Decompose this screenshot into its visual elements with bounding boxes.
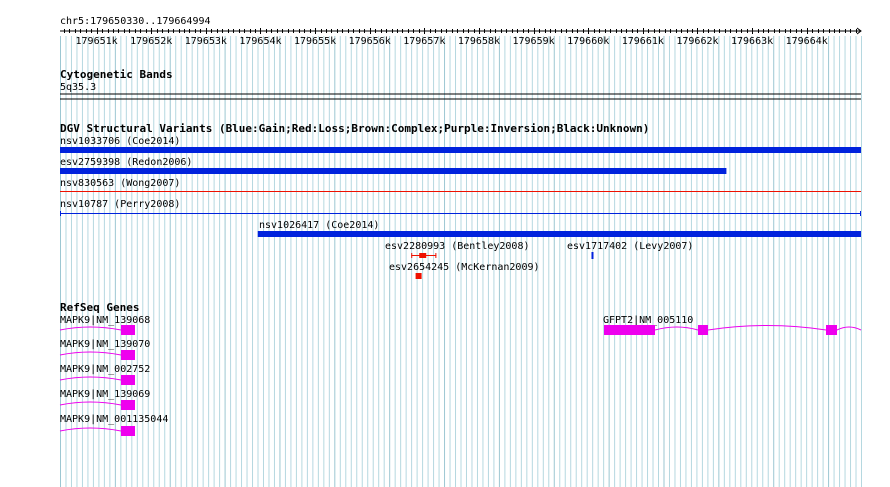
- ruler-tick-label: 179664k: [786, 36, 828, 47]
- variant-label: esv2654245 (McKernan2009): [389, 262, 540, 273]
- variant-bar: [60, 147, 861, 153]
- gene-intron: [59, 376, 122, 381]
- gene-exon: [826, 325, 837, 335]
- ruler-tick-label: 179657k: [403, 36, 445, 47]
- variant-bar: [60, 168, 727, 174]
- ruler-tick-label: 179654k: [239, 36, 281, 47]
- gene-exon: [121, 400, 135, 410]
- gene-exon: [121, 350, 135, 360]
- cytoband-label: 5q35.3: [60, 82, 96, 93]
- variant-label: esv1717402 (Levy2007): [567, 241, 693, 252]
- refseq-title: RefSeq Genes: [60, 301, 139, 314]
- variant-block: [415, 273, 422, 279]
- dgv-title: DGV Structural Variants (Blue:Gain;Red:L…: [60, 122, 649, 135]
- variant-label: nsv10787 (Perry2008): [60, 199, 180, 210]
- gene-label: MAPK9|NM_139068: [60, 315, 150, 326]
- ruler-tick-label: 179660k: [567, 36, 609, 47]
- gene-intron: [59, 401, 122, 406]
- ruler-tick-label: 179651k: [76, 36, 118, 47]
- gene-exon: [604, 325, 655, 335]
- gene-exon: [121, 325, 135, 335]
- ruler-tick-label: 179662k: [676, 36, 718, 47]
- gene-label: MAPK9|NM_139069: [60, 389, 150, 400]
- gene-exon: [698, 325, 708, 335]
- variant-block: [419, 253, 427, 258]
- gene-label: MAPK9|NM_002752: [60, 364, 150, 375]
- variant-label: nsv830563 (Wong2007): [60, 178, 180, 189]
- ruler-tick-label: 179659k: [513, 36, 555, 47]
- range-label: chr5:179650330..179664994: [60, 16, 211, 27]
- gene-intron: [707, 325, 827, 331]
- gene-intron: [836, 326, 862, 331]
- cytoband-title: Cytogenetic Bands: [60, 68, 173, 81]
- gene-intron: [59, 326, 122, 331]
- gene-exon: [121, 375, 135, 385]
- ruler-tick-label: 179655k: [294, 36, 336, 47]
- variant-bar: [591, 252, 594, 259]
- variant-label: nsv1026417 (Coe2014): [259, 220, 379, 231]
- ruler-tick-label: 179658k: [458, 36, 500, 47]
- gene-intron: [59, 427, 122, 432]
- ruler-track: chr5:179650330..179664994 179651k 179652k…: [60, 16, 862, 47]
- gene-label: GFPT2|NM_005110: [603, 315, 693, 326]
- variant-label: esv2759398 (Redon2006): [60, 157, 192, 168]
- gene-exon: [121, 426, 135, 436]
- ruler-tick-label: 179661k: [622, 36, 664, 47]
- ruler-tick-label: 179653k: [185, 36, 227, 47]
- variant-label: nsv1033706 (Coe2014): [60, 136, 180, 147]
- variant-bar: [257, 231, 861, 237]
- variant-label: esv2280993 (Bentley2008): [385, 241, 530, 252]
- ruler-tick-label: 179656k: [349, 36, 391, 47]
- gene-label: MAPK9|NM_001135044: [60, 414, 168, 425]
- gene-label: MAPK9|NM_139070: [60, 339, 150, 350]
- genome-browser-view: chr5:179650330..179664994 179651k 179652k…: [59, 16, 862, 487]
- ruler-tick-label: 179652k: [130, 36, 172, 47]
- ruler-tick-label: 179663k: [731, 36, 773, 47]
- gene-intron: [59, 351, 122, 356]
